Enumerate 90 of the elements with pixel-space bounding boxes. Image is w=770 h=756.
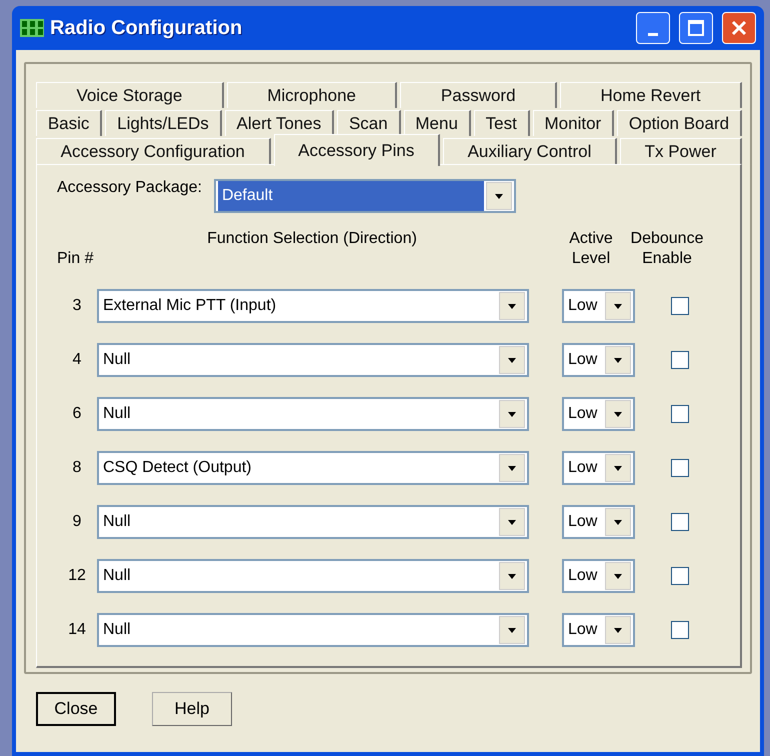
dropdown-button[interactable] [499, 400, 525, 428]
field-label: Accessory Package: [57, 179, 202, 197]
grid-icon [20, 19, 44, 37]
dropdown-button[interactable] [499, 616, 525, 644]
caret-icon [614, 412, 622, 416]
window-title: Radio Configuration [50, 16, 244, 40]
caret-icon [614, 358, 622, 362]
maximize-icon [688, 20, 704, 36]
debounce-checkbox[interactable] [671, 513, 689, 531]
dropdown-button[interactable] [605, 562, 631, 590]
debounce-checkbox[interactable] [671, 405, 689, 423]
tab[interactable]: Accessory Pins [274, 134, 440, 166]
debounce-checkbox[interactable] [671, 459, 689, 477]
dropdown-button[interactable] [605, 454, 631, 482]
caret-icon [614, 466, 622, 470]
function-dropdown[interactable]: CSQ Detect (Output) [97, 451, 529, 485]
maximize-button[interactable] [679, 12, 713, 44]
pin-number: 6 [72, 405, 82, 423]
level-dropdown[interactable]: Low [562, 613, 635, 647]
dropdown-button[interactable] [499, 508, 525, 536]
close-button[interactable] [722, 12, 756, 44]
caret-icon [614, 520, 622, 524]
column-header: Debounce Enable [630, 229, 704, 269]
level-dropdown[interactable]: Low [562, 343, 635, 377]
caret-icon [508, 412, 516, 416]
tab[interactable]: Basic [36, 110, 102, 136]
pin-number: 9 [72, 513, 82, 531]
caret-icon [508, 304, 516, 308]
caret-icon [508, 574, 516, 578]
pin-number: 14 [67, 621, 87, 639]
dialog-button[interactable]: Help [152, 692, 232, 726]
function-dropdown[interactable]: External Mic PTT (Input) [97, 289, 529, 323]
tab[interactable]: Tx Power [620, 138, 742, 164]
minimize-button[interactable] [636, 12, 670, 44]
caret-icon [494, 194, 503, 198]
debounce-checkbox[interactable] [671, 297, 689, 315]
function-dropdown[interactable]: Null [97, 559, 529, 593]
dropdown-button[interactable] [499, 292, 525, 320]
tab[interactable]: Auxiliary Control [442, 138, 617, 164]
caret-icon [614, 574, 622, 578]
function-dropdown[interactable]: Null [97, 505, 529, 539]
caret-icon [614, 304, 622, 308]
tab[interactable]: Accessory Configuration [36, 138, 271, 164]
dropdown-button[interactable] [499, 454, 525, 482]
tab[interactable]: Home Revert [560, 82, 742, 108]
caret-icon [508, 466, 516, 470]
column-header: Function Selection (Direction) [206, 229, 418, 249]
tab[interactable]: Password [400, 82, 557, 108]
package-dropdown[interactable]: Default [214, 179, 516, 213]
pin-number: 4 [72, 351, 82, 369]
function-dropdown[interactable]: Null [97, 397, 529, 431]
tab[interactable]: Scan [337, 110, 401, 136]
level-dropdown[interactable]: Low [562, 559, 635, 593]
dropdown-button[interactable] [605, 346, 631, 374]
caret-icon [508, 520, 516, 524]
tab[interactable]: Lights/LEDs [105, 110, 222, 136]
dropdown-button[interactable] [605, 508, 631, 536]
tab[interactable]: Menu [404, 110, 471, 136]
dropdown-button[interactable] [605, 400, 631, 428]
dropdown-button[interactable] [605, 616, 631, 644]
caret-icon [508, 358, 516, 362]
tab[interactable]: Voice Storage [36, 82, 224, 108]
level-dropdown[interactable]: Low [562, 505, 635, 539]
dialog-button[interactable]: Close [36, 692, 116, 726]
column-header: Active Level [568, 229, 614, 269]
close-icon [731, 20, 747, 36]
pin-number: 3 [72, 297, 82, 315]
function-dropdown[interactable]: Null [97, 343, 529, 377]
level-dropdown[interactable]: Low [562, 289, 635, 323]
caret-icon [508, 628, 516, 632]
level-dropdown[interactable]: Low [562, 451, 635, 485]
debounce-checkbox[interactable] [671, 351, 689, 369]
pin-number: 12 [67, 567, 87, 585]
dropdown-button[interactable] [499, 346, 525, 374]
minimize-icon [648, 32, 658, 36]
tab[interactable]: Option Board [617, 110, 742, 136]
debounce-checkbox[interactable] [671, 567, 689, 585]
tab[interactable]: Test [474, 110, 530, 136]
debounce-checkbox[interactable] [671, 621, 689, 639]
level-dropdown[interactable]: Low [562, 397, 635, 431]
dropdown-button[interactable] [605, 292, 631, 320]
caret-icon [614, 628, 622, 632]
column-header: Pin # [57, 249, 94, 269]
tab[interactable]: Monitor [532, 110, 614, 136]
dropdown-button[interactable] [499, 562, 525, 590]
function-dropdown[interactable]: Null [97, 613, 529, 647]
tab[interactable]: Alert Tones [224, 110, 334, 136]
pin-number: 8 [72, 459, 82, 477]
dropdown-button[interactable] [486, 182, 512, 210]
tab[interactable]: Microphone [226, 82, 398, 108]
